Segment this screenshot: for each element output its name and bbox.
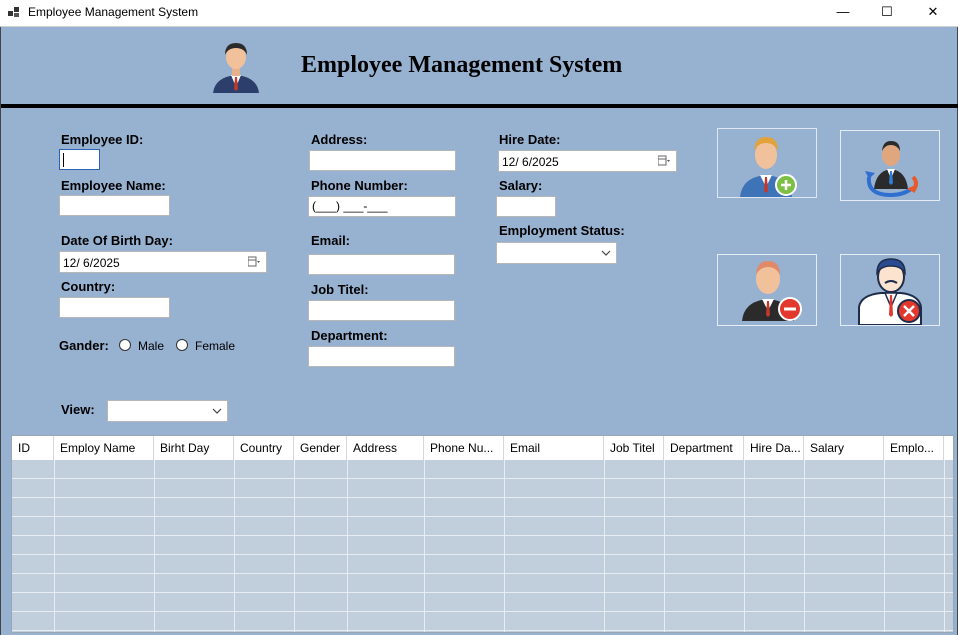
page-title: Employee Management System: [301, 52, 623, 78]
column-divider: [504, 460, 505, 632]
app-icon: [8, 7, 19, 17]
email-input[interactable]: [308, 254, 455, 275]
column-divider: [154, 460, 155, 632]
column-header-phone-number[interactable]: Phone Nu...: [424, 436, 504, 460]
add-employee-button[interactable]: [717, 128, 817, 198]
column-header-salary[interactable]: Salary: [804, 436, 884, 460]
employee-id-label: Employee ID:: [61, 132, 144, 147]
employment-status-select[interactable]: [496, 242, 617, 264]
department-input[interactable]: [308, 346, 455, 367]
hire-date-value: 12/ 6/2025: [502, 155, 559, 169]
country-input[interactable]: [59, 297, 170, 318]
gender-male-label[interactable]: Male: [138, 339, 164, 353]
address-label: Address:: [311, 132, 368, 147]
calendar-dropdown-icon[interactable]: [658, 155, 670, 167]
column-divider: [234, 460, 235, 632]
calendar-dropdown-icon[interactable]: [248, 256, 260, 268]
column-divider: [294, 460, 295, 632]
chevron-down-icon: [212, 408, 222, 414]
text-caret: [63, 153, 64, 167]
employee-name-label: Employee Name:: [61, 178, 166, 193]
column-divider: [664, 460, 665, 632]
minimize-button[interactable]: —: [820, 0, 866, 26]
employment-status-label: Employment Status:: [499, 223, 625, 238]
salary-input[interactable]: [496, 196, 556, 217]
view-select[interactable]: [107, 400, 228, 422]
column-header-address[interactable]: Address: [347, 436, 424, 460]
employee-id-input[interactable]: [59, 149, 100, 170]
column-header-department[interactable]: Department: [664, 436, 744, 460]
close-button[interactable]: ✕: [910, 0, 956, 26]
delete-employee-button[interactable]: [717, 254, 817, 326]
businessman-icon: [213, 43, 259, 93]
table-header: ID Employ Name Birht Day Country Gender …: [12, 436, 953, 460]
add-employee-icon: [740, 137, 797, 197]
address-input[interactable]: [309, 150, 456, 171]
column-divider: [944, 460, 945, 632]
column-header-country[interactable]: Country: [234, 436, 294, 460]
main-form: Employee Management System Employee ID: …: [0, 27, 958, 635]
window-title: Employee Management System: [28, 5, 199, 19]
column-header-employ-name[interactable]: Employ Name: [54, 436, 154, 460]
column-header-job-title[interactable]: Job Titel: [604, 436, 664, 460]
gender-male-radio[interactable]: [119, 339, 131, 351]
department-label: Department:: [311, 328, 388, 343]
hire-date-picker[interactable]: 12/ 6/2025: [498, 150, 677, 172]
maximize-button[interactable]: ☐: [864, 0, 910, 26]
cancel-employee-icon: [858, 258, 922, 325]
hire-date-label: Hire Date:: [499, 132, 561, 147]
view-label: View:: [61, 402, 95, 417]
column-divider: [804, 460, 805, 632]
column-header-employment-status[interactable]: Emplo...: [884, 436, 944, 460]
column-divider: [744, 460, 745, 632]
country-label: Country:: [61, 279, 116, 294]
job-title-label: Job Titel:: [311, 282, 369, 297]
phone-input[interactable]: (___) ___-___: [308, 196, 456, 217]
salary-label: Salary:: [499, 178, 543, 193]
header: Employee Management System: [1, 27, 958, 108]
column-header-hire-date[interactable]: Hire Da...: [744, 436, 804, 460]
column-divider: [347, 460, 348, 632]
employee-name-input[interactable]: [59, 195, 170, 216]
dob-date-picker[interactable]: 12/ 6/2025: [59, 251, 267, 273]
column-divider: [884, 460, 885, 632]
column-divider: [424, 460, 425, 632]
column-header-gender[interactable]: Gender: [294, 436, 347, 460]
window-titlebar: Employee Management System — ☐ ✕: [0, 0, 958, 27]
phone-label: Phone Number:: [311, 178, 408, 193]
column-header-birth-day[interactable]: Birht Day: [154, 436, 234, 460]
update-employee-icon: [865, 141, 918, 198]
column-header-id[interactable]: ID: [12, 436, 54, 460]
column-divider: [54, 460, 55, 632]
column-header-email[interactable]: Email: [504, 436, 604, 460]
column-divider: [604, 460, 605, 632]
gender-label: Gander:: [59, 338, 109, 353]
gender-female-radio[interactable]: [176, 339, 188, 351]
dob-value: 12/ 6/2025: [63, 256, 120, 270]
header-divider: [1, 104, 958, 108]
update-employee-button[interactable]: [840, 130, 940, 201]
delete-employee-icon: [742, 261, 802, 321]
job-title-input[interactable]: [308, 300, 455, 321]
employee-table[interactable]: ID Employ Name Birht Day Country Gender …: [11, 435, 954, 633]
email-label: Email:: [311, 233, 351, 248]
cancel-employee-button[interactable]: [840, 254, 940, 326]
chevron-down-icon: [601, 250, 611, 256]
gender-female-label[interactable]: Female: [195, 339, 235, 353]
dob-label: Date Of Birth Day:: [61, 233, 173, 248]
